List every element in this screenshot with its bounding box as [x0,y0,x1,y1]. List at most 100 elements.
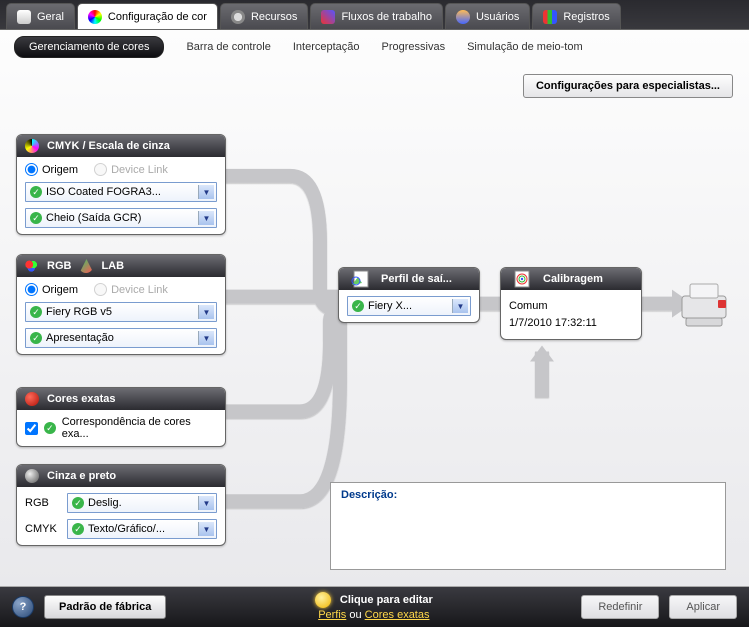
work-area: Gerenciamento de cores Barra de controle… [0,30,749,587]
chevron-down-icon: ▼ [198,522,214,536]
panel-title: Calibragem [543,273,603,285]
panel-header: Calibragem [501,268,641,290]
panel-gray-black: Cinza e preto RGB ✓ Deslig. ▼ CMYK ✓ Tex… [16,464,226,546]
gray-cmyk-select[interactable]: ✓ Texto/Gráfico/... ▼ [67,519,217,539]
rgb-icon [25,259,39,273]
check-icon: ✓ [30,212,42,224]
chevron-down-icon: ▼ [198,496,214,510]
gray-rgb-select[interactable]: ✓ Deslig. ▼ [67,493,217,513]
select-value: Apresentação [46,332,212,344]
radio-origin[interactable]: Origem [25,163,78,176]
check-icon: ✓ [72,497,84,509]
tab-general[interactable]: Geral [6,3,75,29]
radio-input[interactable] [25,283,38,296]
footer-tip: Clique para editar Perfis ou Cores exata… [176,592,571,622]
calibration-icon [509,268,535,290]
users-icon [456,10,470,24]
expert-settings-button[interactable]: Configurações para especialistas... [523,74,733,98]
button-label: Configurações para especialistas... [536,80,720,92]
panel-spot-colors: Cores exatas ✓ Correspondência de cores … [16,387,226,447]
select-value: Cheio (Saída GCR) [46,212,212,224]
spot-match-checkbox[interactable] [25,422,38,435]
radio-devicelink[interactable]: Device Link [94,283,168,296]
pipeline-canvas: CMYK / Escala de cinza Origem Device Lin… [0,112,749,586]
button-label: Aplicar [686,601,720,613]
panel-title-rgb: RGB [47,260,71,272]
button-label: Padrão de fábrica [59,601,151,613]
output-profile-select[interactable]: ✓ Fiery X... ▼ [347,296,471,316]
button-label: Redefinir [598,601,642,613]
gray-rgb-label: RGB [25,497,59,509]
apply-button[interactable]: Aplicar [669,595,737,619]
subtab-color-management[interactable]: Gerenciamento de cores [14,36,164,58]
panel-title-lab: LAB [101,260,124,272]
panel-header: CMYK / Escala de cinza [17,135,225,157]
calibration-name: Comum [509,298,633,315]
subtab-progressives[interactable]: Progressivas [382,41,446,53]
radio-input[interactable] [25,163,38,176]
cmyk-rendering-select[interactable]: ✓ Cheio (Saída GCR) ▼ [25,208,217,228]
subtab-trapping[interactable]: Interceptação [293,41,360,53]
radio-label: Device Link [111,284,168,296]
panel-header: Cinza e preto [17,465,225,487]
radio-origin[interactable]: Origem [25,283,78,296]
radio-label: Origem [42,284,78,296]
select-value: ISO Coated FOGRA3... [46,186,212,198]
panel-title: Perfil de saí... [381,273,452,285]
panel-output-profile: Perfil de saí... ✓ Fiery X... ▼ [338,267,480,323]
tab-users[interactable]: Usuários [445,3,530,29]
chevron-down-icon: ▼ [198,331,214,345]
radio-devicelink[interactable]: Device Link [94,163,168,176]
chevron-down-icon: ▼ [198,185,214,199]
footer-bar: ? Padrão de fábrica Clique para editar P… [0,587,749,627]
check-icon: ✓ [30,186,42,198]
chevron-down-icon: ▼ [198,305,214,319]
tab-label: Configuração de cor [108,11,207,23]
radio-input [94,283,107,296]
printer-icon [17,10,31,24]
subtab-label: Gerenciamento de cores [29,41,149,53]
check-icon: ✓ [30,306,42,318]
description-label: Descrição: [341,489,397,501]
cmyk-source-radios: Origem Device Link [25,163,217,176]
panel-header: RGB LAB [17,255,225,277]
cmyk-icon [25,139,39,153]
panel-title: CMYK / Escala de cinza [47,140,170,152]
factory-defaults-button[interactable]: Padrão de fábrica [44,595,166,619]
tip-or: ou [346,609,364,621]
chevron-down-icon: ▼ [452,299,468,313]
rgb-rendering-select[interactable]: ✓ Apresentação ▼ [25,328,217,348]
tip-link-profiles[interactable]: Perfis [318,609,346,621]
reset-button[interactable]: Redefinir [581,595,659,619]
subtab-control-bar[interactable]: Barra de controle [186,41,270,53]
help-button[interactable]: ? [12,596,34,618]
spot-match-row[interactable]: ✓ Correspondência de cores exa... [25,416,217,440]
tab-resources[interactable]: Recursos [220,3,308,29]
tab-label: Usuários [476,11,519,23]
select-value: Deslig. [88,497,212,509]
checkbox-label: Correspondência de cores exa... [62,416,217,440]
color-wheel-icon [88,10,102,24]
check-icon: ✓ [44,422,56,434]
description-box: Descrição: [330,482,726,570]
gear-icon [231,10,245,24]
tab-workflows[interactable]: Fluxos de trabalho [310,3,443,29]
subtab-halftone-sim[interactable]: Simulação de meio-tom [467,41,583,53]
tip-link-spot[interactable]: Cores exatas [365,609,430,621]
radio-label: Origem [42,164,78,176]
chart-icon [543,10,557,24]
tab-label: Fluxos de trabalho [341,11,432,23]
tab-color-config[interactable]: Configuração de cor [77,3,218,29]
rgb-profile-select[interactable]: ✓ Fiery RGB v5 ▼ [25,302,217,322]
panel-calibration: Calibragem Comum 1/7/2010 17:32:11 [500,267,642,340]
panel-title: Cinza e preto [47,470,116,482]
select-value: Texto/Gráfico/... [88,523,212,535]
tab-logs[interactable]: Registros [532,3,620,29]
tab-label: Recursos [251,11,297,23]
calibration-date: 1/7/2010 17:32:11 [509,315,633,332]
cmyk-profile-select[interactable]: ✓ ISO Coated FOGRA3... ▼ [25,182,217,202]
rgb-source-radios: Origem Device Link [25,283,217,296]
lab-icon [79,259,93,273]
calibration-info: Comum 1/7/2010 17:32:11 [501,290,641,339]
tab-label: Registros [563,11,609,23]
